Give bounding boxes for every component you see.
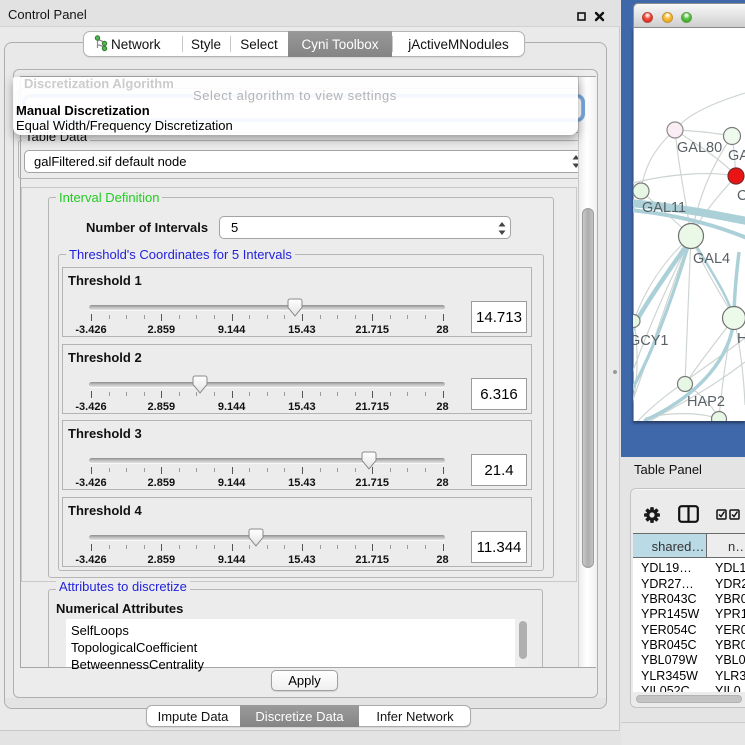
- svg-text:HAP2: HAP2: [687, 394, 725, 410]
- svg-text:GAL4: GAL4: [693, 251, 730, 267]
- svg-text:GCY1: GCY1: [633, 333, 669, 349]
- svg-text:GAL80: GAL80: [677, 140, 722, 156]
- svg-text:H: H: [737, 331, 745, 347]
- svg-text:C: C: [737, 188, 745, 204]
- svg-text:GA: GA: [728, 148, 745, 164]
- svg-text:GAL11: GAL11: [642, 200, 686, 216]
